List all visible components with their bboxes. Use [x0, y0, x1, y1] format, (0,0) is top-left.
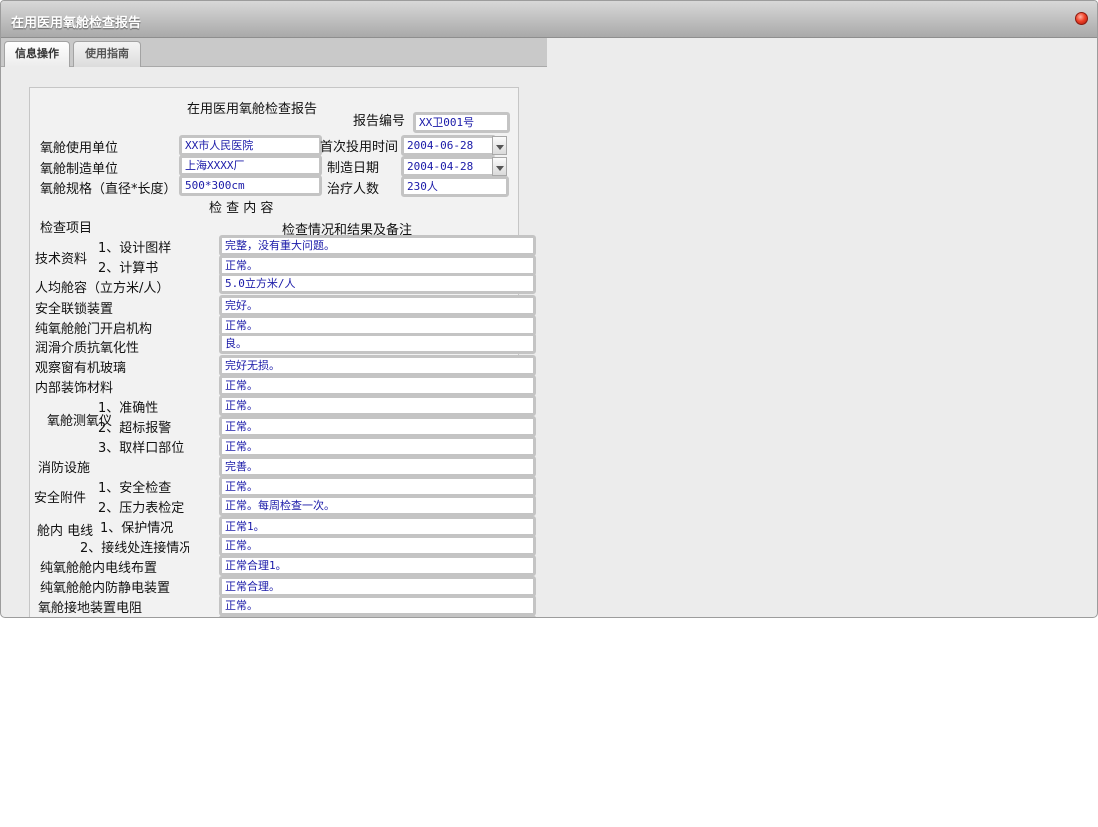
maker-field[interactable]: 上海XXXX厂 — [179, 155, 322, 176]
form-heading: 在用医用氧舱检查报告 — [187, 102, 318, 117]
capacity-label: 人均舱容（立方米/人） — [35, 281, 170, 296]
wire-layout-label: 纯氧舱舱内电线布置 — [40, 561, 158, 576]
close-icon[interactable] — [1075, 12, 1088, 25]
spec-field[interactable]: 500*300cm — [179, 175, 322, 196]
interlock-label: 安全联锁装置 — [35, 302, 114, 317]
decor-result-field[interactable]: 正常。 — [219, 375, 536, 396]
maker-label: 氧舱制造单位 — [40, 162, 119, 177]
fire-result-field[interactable]: 完善。 — [219, 456, 536, 477]
safety-2-result-field[interactable]: 正常。每周检查一次。 — [219, 495, 536, 516]
report-window: 在用医用氧舱检查报告 信息操作 使用指南 在用医用氧舱检查报告 报告编号 XX卫… — [0, 0, 1098, 618]
ground-result-field[interactable]: 正常。 — [219, 595, 536, 616]
safety-1-label: 1、安全检查 — [98, 481, 172, 496]
oxy-3-label: 3、取样口部位 — [98, 441, 185, 456]
safety-label: 安全附件 — [34, 491, 87, 506]
window-title: 在用医用氧舱检查报告 — [11, 16, 142, 31]
oxy-2-result-field[interactable]: 正常。 — [219, 416, 536, 437]
capacity-result-field[interactable]: 5.0立方米/人 — [219, 273, 536, 294]
report-no-field[interactable]: XX卫001号 — [413, 112, 510, 133]
tech-2-label: 2、计算书 — [98, 261, 159, 276]
tech-1-label: 1、设计图样 — [98, 241, 172, 256]
lube-label: 润滑介质抗氧化性 — [35, 341, 140, 356]
wire-1-label: 1、保护情况 — [100, 521, 174, 536]
title-bar[interactable]: 在用医用氧舱检查报告 — [1, 1, 1097, 38]
first-use-date-field[interactable]: 2004-06-28 — [401, 135, 496, 156]
wire-layout-result-field[interactable]: 正常合理1。 — [219, 555, 536, 576]
make-date-dropdown-icon[interactable] — [492, 157, 507, 176]
wire-2-label: 2、接线处连接情况 — [80, 541, 189, 556]
patients-field[interactable]: 230人 — [401, 176, 509, 197]
report-no-label: 报告编号 — [353, 114, 406, 129]
user-unit-label: 氧舱使用单位 — [40, 141, 119, 156]
interlock-result-field[interactable]: 完好。 — [219, 295, 536, 316]
first-use-label: 首次投用时间 — [320, 140, 399, 155]
section-title: 检 查 内 容 — [209, 201, 274, 216]
patients-label: 治疗人数 — [327, 182, 380, 197]
oxy-2-label: 2、超标报警 — [98, 421, 172, 436]
antistatic-label: 纯氧舱舱内防静电装置 — [40, 581, 171, 596]
tab-info-operation[interactable]: 信息操作 — [4, 41, 70, 67]
make-date-label: 制造日期 — [327, 161, 380, 176]
antistatic-result-field[interactable]: 正常合理。 — [219, 576, 536, 597]
oxy-1-label: 1、准确性 — [98, 401, 159, 416]
window-glass-result-field[interactable]: 完好无损。 — [219, 355, 536, 376]
oxy-1-result-field[interactable]: 正常。 — [219, 395, 536, 416]
ground-label: 氧舱接地装置电阻 — [38, 601, 143, 616]
spec-label: 氧舱规格（直径*长度） — [40, 182, 177, 197]
window-glass-label: 观察窗有机玻璃 — [35, 361, 127, 376]
safety-2-label: 2、压力表检定 — [98, 501, 185, 516]
safety-1-result-field[interactable]: 正常。 — [219, 476, 536, 497]
wire-2-result-field[interactable]: 正常。 — [219, 535, 536, 556]
user-unit-field[interactable]: XX市人民医院 — [179, 135, 322, 156]
tech-1-result-field[interactable]: 完整，没有重大问题。 — [219, 235, 536, 256]
make-date-field[interactable]: 2004-04-28 — [401, 156, 496, 177]
tab-strip: 信息操作 使用指南 — [1, 38, 547, 67]
col-item-header: 检查项目 — [40, 221, 93, 236]
first-use-dropdown-icon[interactable] — [492, 136, 507, 155]
oxy-3-result-field[interactable]: 正常。 — [219, 436, 536, 457]
tab-user-guide[interactable]: 使用指南 — [73, 41, 141, 67]
lube-result-field[interactable]: 良。 — [219, 333, 536, 354]
report-form-panel: 在用医用氧舱检查报告 报告编号 XX卫001号 氧舱使用单位 XX市人民医院 首… — [29, 87, 536, 617]
fire-label: 消防设施 — [38, 461, 91, 476]
decor-label: 内部装饰材料 — [35, 381, 114, 396]
tech-docs-label: 技术资料 — [35, 252, 88, 267]
wire-1-result-field[interactable]: 正常1。 — [219, 516, 536, 537]
door-label: 纯氧舱舱门开启机构 — [35, 322, 153, 337]
next-result-field[interactable] — [219, 615, 536, 617]
